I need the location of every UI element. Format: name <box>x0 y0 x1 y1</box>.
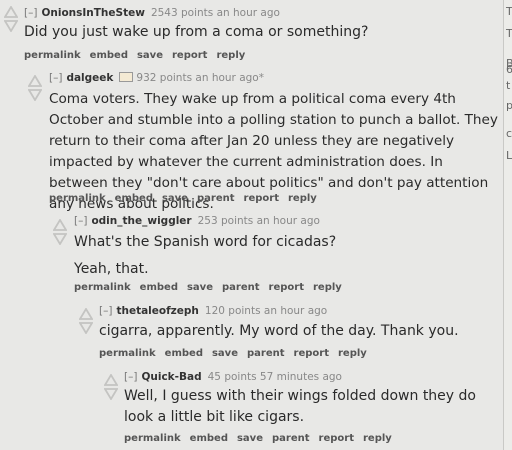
report-button[interactable]: report <box>319 433 354 444</box>
downvote-arrow-icon[interactable] <box>4 20 18 32</box>
parent-button[interactable]: parent <box>247 348 285 359</box>
sidebar-edge-text: c <box>506 127 512 140</box>
comment-timestamp: an hour ago* <box>195 72 264 84</box>
sidebar-edge-text: t <box>506 79 511 92</box>
comment-body: What's the Spanish word for cicadas? Yea… <box>74 232 499 280</box>
sidebar-edge-text: p <box>506 99 512 112</box>
sidebar-edge-text: T <box>506 5 512 18</box>
save-button[interactable]: save <box>212 348 238 359</box>
save-button[interactable]: save <box>187 282 213 293</box>
comment-points: 932 points <box>136 72 193 84</box>
vote-arrows <box>104 374 118 400</box>
comment-buttons: permalink embed save parent report reply <box>99 347 376 361</box>
sidebar-edge-text: T <box>506 27 512 40</box>
collapse-toggle[interactable]: [–] <box>124 371 137 383</box>
comment-paragraph: Well, I guess with their wings folded do… <box>124 388 476 425</box>
embed-button[interactable]: embed <box>115 193 153 204</box>
reply-button[interactable]: reply <box>338 348 367 359</box>
comment-points: 120 points <box>204 305 261 317</box>
vote-arrows <box>28 75 42 101</box>
vote-arrows <box>53 219 67 245</box>
upvote-arrow-icon[interactable] <box>4 6 18 18</box>
upvote-arrow-icon[interactable] <box>79 308 93 320</box>
sidebar-edge: T T B 6 t p c L <box>503 0 512 450</box>
comment-paragraph: cigarra, apparently. My word of the day.… <box>99 323 459 339</box>
permalink-button[interactable]: permalink <box>49 193 106 204</box>
parent-button[interactable]: parent <box>222 282 260 293</box>
comment-timestamp: an hour ago <box>216 7 280 19</box>
save-button[interactable]: save <box>162 193 188 204</box>
comment-paragraph: What's the Spanish word for cicadas? <box>74 234 337 250</box>
reply-button[interactable]: reply <box>363 433 392 444</box>
embed-button[interactable]: embed <box>190 433 228 444</box>
collapse-toggle[interactable]: [–] <box>24 7 37 19</box>
upvote-arrow-icon[interactable] <box>53 219 67 231</box>
comment-buttons: permalink embed save report reply <box>24 49 254 63</box>
report-button[interactable]: report <box>269 282 304 293</box>
comment-body: Did you just wake up from a coma or some… <box>24 22 494 43</box>
embed-button[interactable]: embed <box>90 50 128 61</box>
comment-buttons: permalink embed save parent report reply <box>124 432 401 446</box>
save-button[interactable]: save <box>237 433 263 444</box>
collapse-toggle[interactable]: [–] <box>74 215 87 227</box>
comment-paragraph: Yeah, that. <box>74 261 149 277</box>
comment-body: Well, I guess with their wings folded do… <box>124 386 489 428</box>
comment-author[interactable]: Quick-Bad <box>141 371 201 383</box>
comment-timestamp: 57 minutes ago <box>259 371 342 383</box>
sidebar-edge-text: 6 <box>506 63 512 76</box>
comment-points: 253 points <box>197 215 254 227</box>
comment-tagline: [–] Quick-Bad 45 points 57 minutes ago <box>124 370 342 384</box>
permalink-button[interactable]: permalink <box>74 282 131 293</box>
downvote-arrow-icon[interactable] <box>104 388 118 400</box>
collapse-toggle[interactable]: [–] <box>49 72 62 84</box>
reply-button[interactable]: reply <box>288 193 317 204</box>
comment-buttons: permalink embed save parent report reply <box>74 281 351 295</box>
parent-button[interactable]: parent <box>272 433 310 444</box>
upvote-arrow-icon[interactable] <box>104 374 118 386</box>
permalink-button[interactable]: permalink <box>99 348 156 359</box>
comment-author[interactable]: odin_the_wiggler <box>91 215 191 227</box>
report-button[interactable]: report <box>294 348 329 359</box>
comment-tagline: [–] odin_the_wiggler 253 points an hour ag… <box>74 214 320 228</box>
user-flair-icon <box>119 72 134 82</box>
embed-button[interactable]: embed <box>140 282 178 293</box>
comment-tagline: [–] thetaleofzeph 120 points an hour ago <box>99 304 327 318</box>
comment-points: 45 points <box>207 371 257 383</box>
permalink-button[interactable]: permalink <box>124 433 181 444</box>
upvote-arrow-icon[interactable] <box>28 75 42 87</box>
report-button[interactable]: report <box>172 50 207 61</box>
comment-tagline: [–] OnionsInTheStew 2543 points an hour ag… <box>24 6 280 20</box>
collapse-toggle[interactable]: [–] <box>99 305 112 317</box>
comment-author[interactable]: dalgeek <box>66 72 113 84</box>
comment-points: 2543 points <box>150 7 214 19</box>
comment-timestamp: an hour ago <box>263 305 328 317</box>
reply-button[interactable]: reply <box>313 282 342 293</box>
report-button[interactable]: report <box>244 193 279 204</box>
comment-tagline: [–] dalgeek 932 points an hour ago* <box>49 71 264 85</box>
comment-paragraph: Did you just wake up from a coma or some… <box>24 24 369 40</box>
downvote-arrow-icon[interactable] <box>53 233 67 245</box>
comment-buttons: permalink embed save parent report reply <box>49 192 326 206</box>
sidebar-edge-text: L <box>506 149 512 162</box>
vote-arrows <box>79 308 93 334</box>
comment-thread: [–] OnionsInTheStew 2543 points an hour ag… <box>0 0 512 450</box>
comment-author[interactable]: OnionsInTheStew <box>41 7 144 19</box>
comment-author[interactable]: thetaleofzeph <box>116 305 198 317</box>
permalink-button[interactable]: permalink <box>24 50 81 61</box>
comment-body: cigarra, apparently. My word of the day.… <box>99 321 499 342</box>
comment-timestamp: an hour ago <box>256 215 320 227</box>
downvote-arrow-icon[interactable] <box>28 89 42 101</box>
downvote-arrow-icon[interactable] <box>79 322 93 334</box>
reply-button[interactable]: reply <box>216 50 245 61</box>
save-button[interactable]: save <box>137 50 163 61</box>
parent-button[interactable]: parent <box>197 193 235 204</box>
vote-arrows <box>4 6 18 32</box>
embed-button[interactable]: embed <box>165 348 203 359</box>
